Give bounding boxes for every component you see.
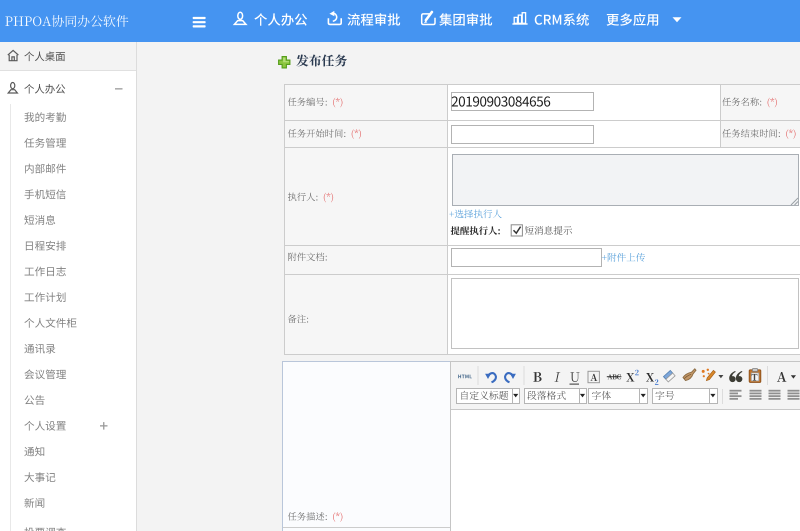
svg-text:T: T	[751, 372, 757, 382]
